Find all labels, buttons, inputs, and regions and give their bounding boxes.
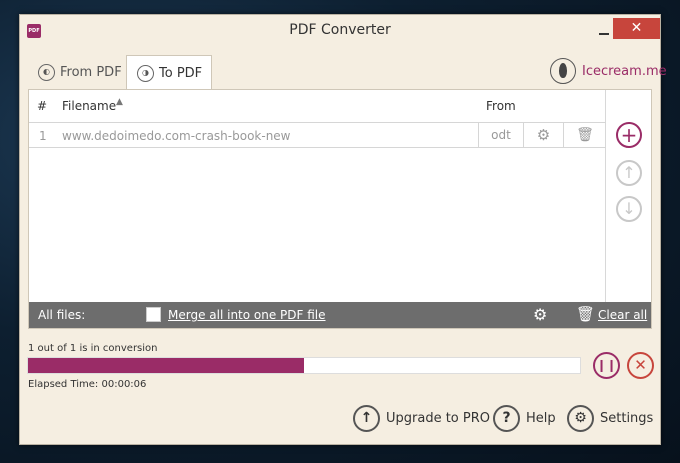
help-question-icon: ? — [493, 404, 520, 432]
add-file-button[interactable]: + — [616, 122, 642, 148]
merge-label-link[interactable]: Merge all into one PDF file — [168, 308, 326, 322]
to-pdf-icon: ◑ — [137, 64, 154, 82]
column-header-from: From — [486, 99, 516, 113]
from-pdf-icon: ◐ — [38, 63, 55, 81]
row-file-type: odt — [478, 123, 523, 147]
settings-label: Settings — [600, 410, 654, 426]
upgrade-arrow-icon: ↑ — [353, 404, 380, 432]
upgrade-label: Upgrade to PRO — [386, 410, 490, 426]
icecream-logo-icon — [550, 58, 576, 84]
row-delete-trash-icon[interactable]: 🗑 — [563, 123, 606, 147]
sort-ascending-icon: ▲ — [116, 97, 123, 107]
title-bar: PDF PDF Converter ✕ — [20, 15, 660, 47]
move-up-button[interactable]: ↑ — [616, 160, 642, 186]
all-files-bar: All files: Merge all into one PDF file ⚙… — [29, 302, 651, 328]
row-number: 1 — [39, 129, 47, 143]
close-window-button[interactable]: ✕ — [613, 18, 660, 39]
window-title: PDF Converter — [289, 22, 391, 38]
all-files-gear-icon[interactable]: ⚙ — [533, 305, 547, 324]
brand-label: Icecream.me — [582, 63, 667, 79]
file-list-panel: # Filename ▲ From 1 www.dedoimedo.com-cr… — [28, 89, 652, 329]
tab-to-pdf[interactable]: ◑ To PDF — [126, 55, 212, 90]
brand-link[interactable]: Icecream.me — [550, 58, 667, 84]
tab-from-pdf[interactable]: ◐ From PDF — [28, 55, 126, 89]
table-row[interactable]: 1 www.dedoimedo.com-crash-book-new odt ⚙… — [29, 122, 606, 148]
elapsed-time: Elapsed Time: 00:00:06 — [28, 379, 147, 390]
clear-all-link[interactable]: Clear all — [598, 308, 647, 322]
settings-gear-icon: ⚙ — [567, 404, 594, 432]
column-header-filename[interactable]: Filename — [62, 99, 116, 113]
upgrade-to-pro-button[interactable]: ↑ Upgrade to PRO — [353, 404, 490, 432]
tab-to-pdf-label: To PDF — [159, 65, 203, 81]
row-settings-gear-icon[interactable]: ⚙ — [523, 123, 563, 147]
app-window: PDF PDF Converter ✕ ◐ From PDF ◑ To PDF … — [19, 14, 667, 445]
tab-from-pdf-label: From PDF — [60, 64, 122, 80]
table-header: # Filename ▲ From — [29, 90, 606, 122]
help-button[interactable]: ? Help — [493, 404, 556, 432]
pause-button[interactable]: ❙❙ — [593, 352, 620, 379]
help-label: Help — [526, 410, 556, 426]
settings-button[interactable]: ⚙ Settings — [567, 404, 653, 432]
column-header-number: # — [37, 99, 48, 113]
row-filename: www.dedoimedo.com-crash-book-new — [62, 129, 291, 143]
file-list: # Filename ▲ From 1 www.dedoimedo.com-cr… — [29, 90, 606, 302]
move-down-button[interactable]: ↓ — [616, 196, 642, 222]
all-files-label: All files: — [38, 308, 86, 322]
minimize-button[interactable] — [598, 23, 610, 39]
conversion-status: 1 out of 1 is in conversion — [28, 343, 158, 354]
all-files-trash-icon[interactable]: 🗑 — [576, 305, 595, 323]
merge-checkbox[interactable] — [146, 307, 161, 322]
conversion-progress-bar — [27, 357, 581, 374]
cancel-button[interactable]: ✕ — [627, 352, 654, 379]
progress-fill — [28, 358, 304, 373]
